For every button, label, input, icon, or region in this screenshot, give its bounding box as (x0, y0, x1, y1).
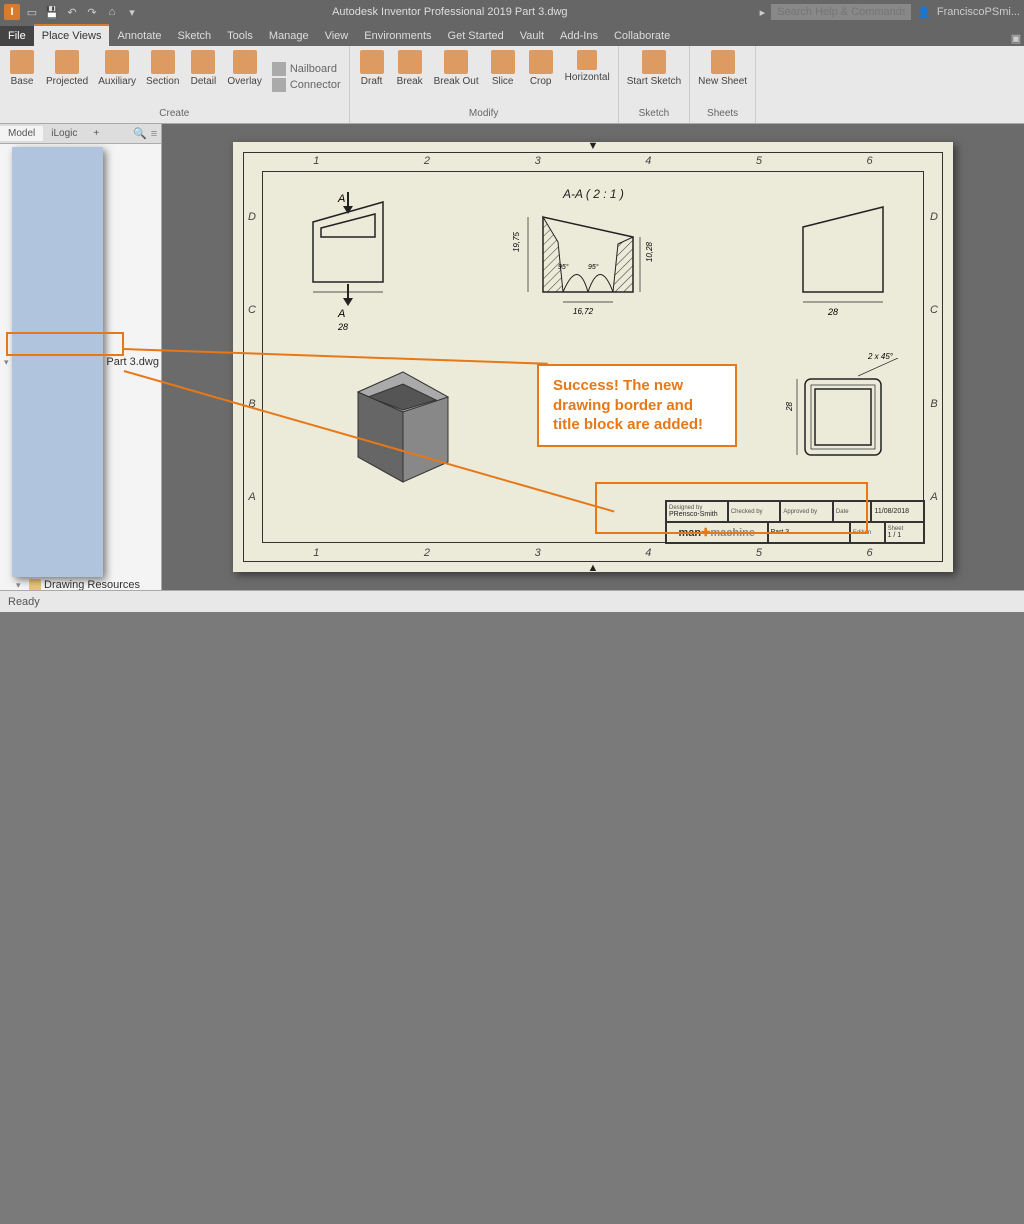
tree-node[interactable]: ▾Part 3.dwg (2, 146, 159, 578)
dim-angle1: 95° (558, 264, 569, 271)
projected-view-button[interactable]: Projected (42, 48, 92, 106)
title-block[interactable]: Designed byPRensco-Smith Checked by Appr… (665, 500, 925, 544)
tab-collaborate[interactable]: Collaborate (606, 26, 678, 46)
tab-tools[interactable]: Tools (219, 26, 261, 46)
nailboard-button[interactable]: Nailboard (268, 61, 345, 77)
ribbon-group-label: Sheets (694, 106, 751, 121)
open-icon[interactable]: ▭ (24, 4, 40, 20)
ribbon-tabs: File Place Views Annotate Sketch Tools M… (0, 24, 1024, 46)
status-bar: Ready (0, 590, 1024, 612)
auxiliary-view-button[interactable]: Auxiliary (94, 48, 140, 106)
save-icon[interactable]: 💾 (44, 4, 60, 20)
home-icon[interactable]: ⌂ (104, 4, 120, 20)
ribbon-group-label: Sketch (623, 106, 685, 121)
ruler-bottom: 123456 (261, 544, 925, 562)
ribbon-group-label: Create (4, 106, 345, 121)
qat-dropdown-icon[interactable]: ▾ (124, 4, 140, 20)
tab-environments[interactable]: Environments (356, 26, 439, 46)
crop-button[interactable]: Crop (523, 48, 559, 106)
model-browser: Model iLogic + 🔍 ≡ ▾Part 3.dwg▾Drawing R… (0, 124, 162, 590)
logo: man✚machine (679, 526, 755, 539)
tab-vault[interactable]: Vault (512, 26, 552, 46)
app-icon[interactable]: I (4, 4, 20, 20)
tab-place-views[interactable]: Place Views (34, 24, 110, 46)
dim-angle2: 95° (588, 264, 599, 271)
title-bar: I ▭ 💾 ↶ ↷ ⌂ ▾ Autodesk Inventor Professi… (0, 0, 1024, 24)
browser-tree[interactable]: ▾Part 3.dwg▾Drawing Resources▸Sheet Form… (0, 144, 161, 590)
svg-text:A: A (337, 193, 345, 205)
section-view-button[interactable]: Section (142, 48, 183, 106)
dim-inner: 16,72 (573, 307, 593, 316)
undo-icon[interactable]: ↶ (64, 4, 80, 20)
ribbon-panel: Base Projected Auxiliary Section Detail … (0, 46, 1024, 124)
view-front[interactable]: AA (303, 192, 393, 322)
browser-search-icon[interactable]: 🔍 (133, 127, 147, 141)
tab-manage[interactable]: Manage (261, 26, 317, 46)
browser-tab-ilogic[interactable]: iLogic (43, 126, 85, 141)
dim-h2: 10,28 (645, 242, 654, 262)
draft-button[interactable]: Draft (354, 48, 390, 106)
view-side[interactable] (793, 202, 893, 322)
tree-node[interactable]: ▾Drawing Resources (2, 578, 159, 590)
ribbon-group-label: Modify (354, 106, 614, 121)
dim-side: 28 (828, 307, 838, 317)
search-icon[interactable]: ▸ (760, 6, 766, 19)
ruler-top: 123456 (261, 152, 925, 170)
tab-view[interactable]: View (317, 26, 357, 46)
new-sheet-button[interactable]: New Sheet (694, 48, 751, 106)
tab-sketch[interactable]: Sketch (170, 26, 220, 46)
tab-annotate[interactable]: Annotate (109, 26, 169, 46)
user-icon[interactable]: 👤 (917, 6, 931, 19)
ruler-right: DCBA (925, 170, 943, 544)
horizontal-button[interactable]: Horizontal (561, 48, 614, 106)
slice-button[interactable]: Slice (485, 48, 521, 106)
browser-tab-add[interactable]: + (85, 126, 107, 141)
view-section[interactable] (518, 202, 648, 322)
status-text: Ready (8, 596, 40, 608)
tab-addins[interactable]: Add-Ins (552, 26, 606, 46)
drawing-canvas[interactable]: 123456 123456 DCBA DCBA A-A ( 2 : 1 ) AA… (162, 124, 1024, 590)
username-label[interactable]: FranciscoPSmi... (937, 6, 1020, 18)
redo-icon[interactable]: ↷ (84, 4, 100, 20)
base-view-button[interactable]: Base (4, 48, 40, 106)
ruler-left: DCBA (243, 170, 261, 544)
overlay-view-button[interactable]: Overlay (223, 48, 265, 106)
dim-top: 28 (785, 402, 794, 411)
svg-text:A: A (337, 308, 345, 320)
dim-h1: 19,75 (512, 232, 521, 252)
help-search-input[interactable] (771, 4, 911, 20)
browser-menu-icon[interactable]: ≡ (147, 128, 161, 140)
success-callout: Success! The new drawing border and titl… (537, 364, 737, 447)
breakout-button[interactable]: Break Out (430, 48, 483, 106)
start-sketch-button[interactable]: Start Sketch (623, 48, 685, 106)
ribbon-collapse-icon[interactable]: ▣ (1008, 30, 1024, 46)
break-button[interactable]: Break (392, 48, 428, 106)
section-label: A-A ( 2 : 1 ) (563, 187, 624, 201)
tab-file[interactable]: File (0, 26, 34, 46)
dim-width: 28 (338, 322, 348, 332)
connector-button[interactable]: Connector (268, 77, 345, 93)
detail-view-button[interactable]: Detail (185, 48, 221, 106)
app-title: Autodesk Inventor Professional 2019 Part… (140, 6, 760, 18)
view-isometric[interactable] (328, 352, 473, 497)
browser-tab-model[interactable]: Model (0, 126, 43, 141)
tab-get-started[interactable]: Get Started (440, 26, 512, 46)
